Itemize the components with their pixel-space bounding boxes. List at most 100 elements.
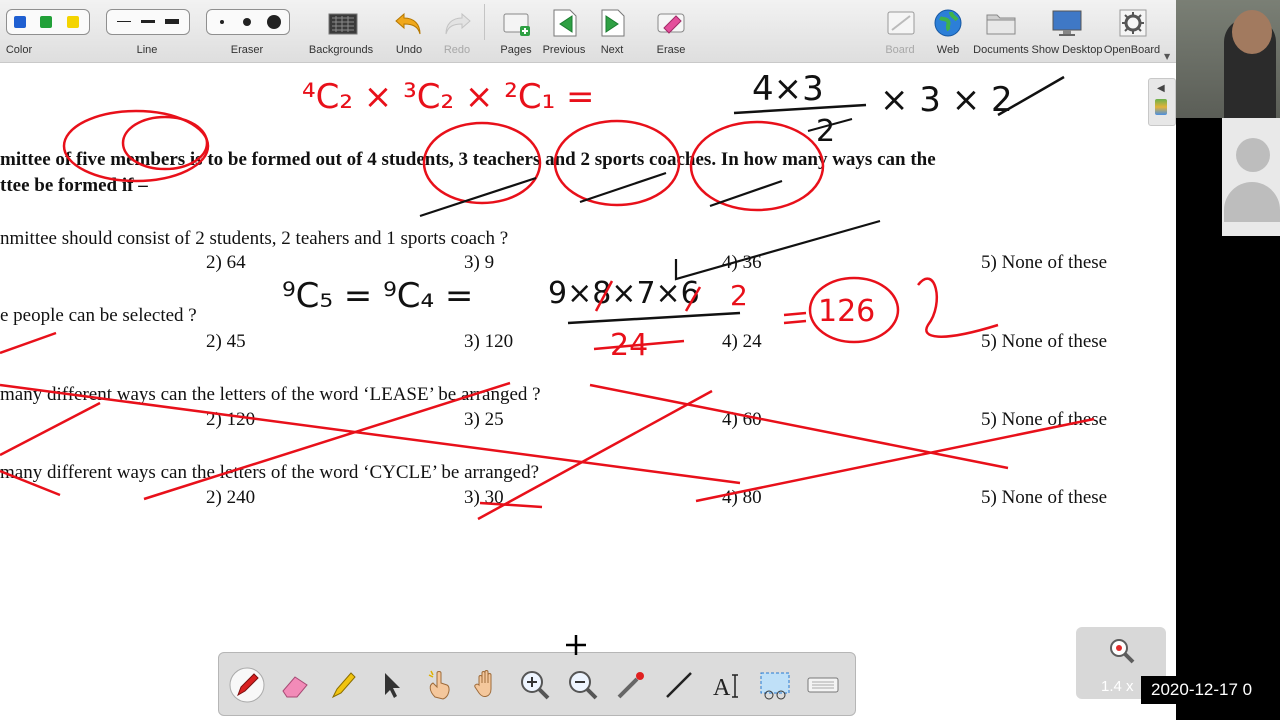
presenter-face [1232,10,1272,54]
ink-left-mark [0,331,57,355]
color-picker[interactable] [6,9,90,35]
q2-option-4: 4) 60 [722,409,762,430]
ink-row2-cancel-number: 2 [730,279,748,312]
q1a-option-3: 3) 9 [464,252,495,273]
crosshair-cursor-icon [566,635,586,655]
svg-text:A: A [713,675,731,701]
eraser-size-picker[interactable] [206,9,290,35]
color-swatch-green[interactable] [40,16,52,28]
redo-icon [445,12,471,35]
q1b-option-5: 5) None of these [981,331,1108,352]
ink-row2-cancels [593,280,702,351]
laser-pointer-icon[interactable] [613,667,649,703]
question3-text: many different ways can the letters of t… [0,462,540,483]
library-icon [1155,99,1167,115]
ink-row2-fraction-bar [567,311,741,325]
line-label: Line [136,44,158,56]
q2-option-3: 3) 25 [464,409,504,430]
pen-tool-icon[interactable] [229,667,265,703]
ink-row2-equals [783,311,807,325]
ink-crossout-2 [0,401,101,457]
q1a-option-4: 4) 36 [722,252,762,273]
ink-row1-tail-cancel [997,75,1065,117]
ink-row2-numerator: 9×8×7×6 [548,276,700,311]
board-icon[interactable] [884,6,918,40]
ink-row1-numerator: 4×3 [752,69,824,109]
whiteboard-canvas[interactable]: mittee of five members is to be formed o… [0,63,1176,720]
text-tool-icon[interactable]: A [709,667,745,703]
ink-row1-denominator: 2 [816,114,835,149]
q3-option-2: 2) 240 [206,487,256,508]
recording-timestamp: 2020-12-17 0 [1141,676,1280,704]
q1b-option-3: 3) 120 [464,331,514,352]
stylus-palette: A [218,652,856,716]
backgrounds-icon[interactable] [326,6,360,40]
ink-row1-fraction-bar [733,103,867,115]
ink-answer-flourish [917,277,999,338]
q1b-option-4: 4) 24 [722,331,762,352]
hand-pan-icon[interactable] [469,667,505,703]
web-globe-icon[interactable] [931,6,965,40]
previous-icon[interactable] [548,6,582,40]
zoom-out-icon[interactable] [565,667,601,703]
q1b-option-2: 2) 45 [206,331,246,352]
question1b-text: e people can be selected ? [0,305,197,326]
participant-avatar [1222,118,1280,236]
eraser-medium-icon[interactable] [243,18,251,26]
color-label: Color [5,44,33,56]
avatar-head-icon [1236,138,1270,172]
documents-folder-icon[interactable] [984,6,1018,40]
q3-option-5: 5) None of these [981,487,1108,508]
line-thin-icon[interactable] [117,21,131,22]
erase-icon[interactable] [654,6,688,40]
line-tool-icon[interactable] [661,667,697,703]
ink-black-strokes [419,171,783,218]
webcam-panel [1176,0,1280,720]
color-swatch-blue[interactable] [14,16,26,28]
drawer-arrow-icon[interactable]: ◀ [1157,83,1165,94]
question1a-text: nmittee should consist of 2 students, 2 … [0,228,509,249]
virtual-keyboard-icon[interactable] [805,667,841,703]
selector-arrow-icon[interactable] [373,667,409,703]
zoom-in-icon[interactable] [517,667,553,703]
webcam-video-feed [1176,0,1280,118]
line-width-picker[interactable] [106,9,190,35]
avatar-body-icon [1224,182,1280,222]
openboard-gear-icon[interactable] [1116,6,1150,40]
library-drawer-tab[interactable]: ◀ [1148,78,1176,126]
eraser-label: Eraser [230,44,264,56]
ink-crossout-5 [589,383,1009,470]
ink-row1-combination: ⁴C₂ × ³C₂ × ²C₁ = [302,77,595,117]
eraser-large-icon[interactable] [267,15,281,29]
top-toolbar: Color Line Eraser Backgrounds Undo Redo … [0,0,1176,63]
line-medium-icon[interactable] [141,20,155,23]
question1-line1: mittee of five members is to be formed o… [0,149,936,170]
q2-option-5: 5) None of these [981,409,1108,430]
ink-row2-denominator: 24 [610,328,648,363]
q1a-option-2: 2) 64 [206,252,246,273]
ink-row2-combination: ⁹C₅ = ⁹C₄ = [282,276,473,316]
question2-text: many different ways can the letters of t… [0,384,541,405]
erase-label: Erase [656,44,686,56]
eraser-tool-icon[interactable] [277,667,313,703]
openboard-menu-arrow-icon[interactable]: ▼ [1164,52,1170,61]
q3-option-4: 4) 80 [722,487,762,508]
ink-check-mark [674,219,881,281]
interact-hand-icon[interactable] [421,667,457,703]
q2-option-2: 2) 120 [206,409,256,430]
next-icon[interactable] [596,6,630,40]
ink-crossout-4 [477,389,713,521]
toolbar-separator [484,4,485,40]
question1-line2: ttee be formed if – [0,175,148,196]
eraser-small-icon[interactable] [220,20,224,24]
magnifier-icon[interactable] [1106,635,1138,667]
ink-row1-tail: × 3 × 2 [880,80,1013,120]
pages-icon[interactable] [500,6,534,40]
show-desktop-icon[interactable] [1050,6,1084,40]
line-thick-icon[interactable] [165,19,179,24]
zoom-level-readout: 1.4 x [1101,678,1134,695]
undo-icon[interactable] [392,6,426,40]
highlighter-tool-icon[interactable] [325,667,361,703]
color-swatch-yellow[interactable] [67,16,79,28]
capture-screen-icon[interactable] [757,667,793,703]
